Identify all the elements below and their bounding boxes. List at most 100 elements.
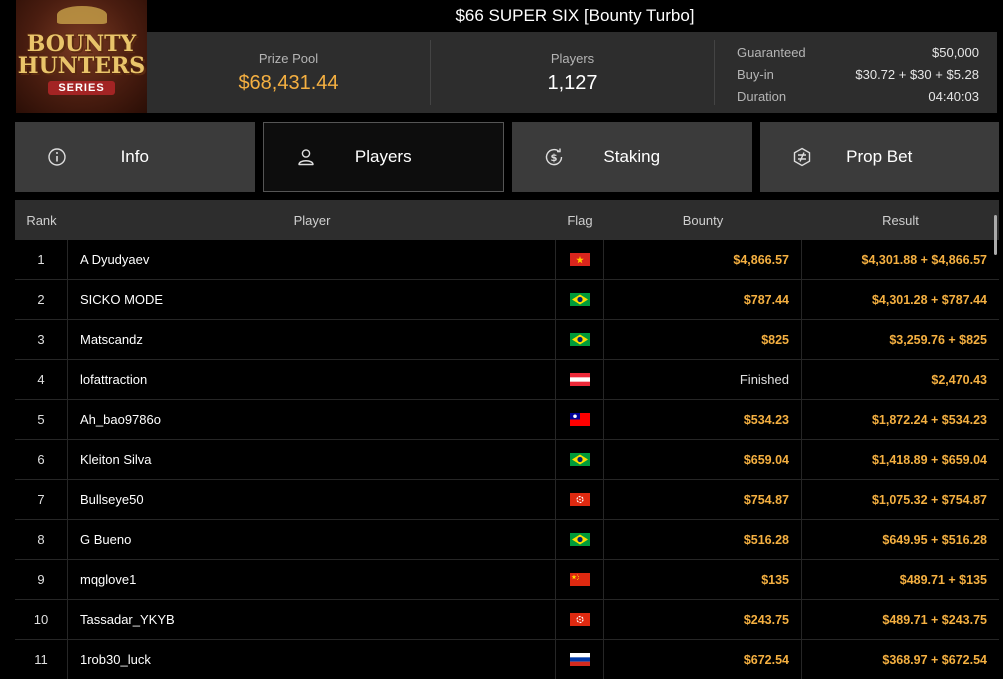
info-icon xyxy=(48,148,66,166)
detail-duration: Duration 04:40:03 xyxy=(737,85,979,107)
player-name[interactable]: Tassadar_YKYB xyxy=(68,600,556,639)
result-cell: $649.95 + $516.28 xyxy=(882,532,987,547)
rank-cell: 3 xyxy=(15,320,68,359)
result-cell: $3,259.76 + $825 xyxy=(889,332,987,347)
table-body: 1A Dyudyaev $4,866.57 $4,301.88 + $4,866.5… xyxy=(15,240,999,679)
result-cell: $4,301.28 + $787.44 xyxy=(871,292,987,307)
flag-cell xyxy=(556,600,604,639)
bounty-cell: $516.28 xyxy=(604,520,802,559)
table-row[interactable]: 8G Bueno $516.28 $649.95 + $516.28 xyxy=(15,520,999,560)
header-bounty[interactable]: Bounty xyxy=(604,213,802,228)
players-table: Rank Player Flag Bounty Result 1A Dyudya… xyxy=(15,200,999,679)
rank-cell: 8 xyxy=(15,520,68,559)
table-row[interactable]: 2 SICKO MODE $787.44 $4,301.28 + $787.44 xyxy=(15,280,999,320)
table-row[interactable]: 11 1rob30_luck $672.54 $368.97 + $672.54 xyxy=(15,640,999,679)
player-name[interactable]: G Bueno xyxy=(68,520,556,559)
tab-prop-bet[interactable]: Prop Bet xyxy=(759,122,999,192)
result-cell: $1,418.89 + $659.04 xyxy=(871,452,987,467)
detail-buy-in: Buy-in $30.72 + $30 + $5.28 xyxy=(737,63,979,85)
prize-pool-value: $68,431.44 xyxy=(238,71,339,94)
rank-cell: 5 xyxy=(15,400,68,439)
tab-bar: Info Players $ Staking Prop Bet xyxy=(15,122,999,192)
flag-cell xyxy=(556,440,604,479)
player-name[interactable]: mqglove1 xyxy=(68,560,556,599)
bounty-cell: $135 xyxy=(604,560,802,599)
bounty-cell: $659.04 xyxy=(604,440,802,479)
result-cell: $2,470.43 xyxy=(931,372,987,387)
tournament-details: Guaranteed $50,000 Buy-in $30.72 + $30 +… xyxy=(715,32,997,113)
prize-pool-label: Prize Pool xyxy=(258,50,319,66)
rank-cell: 9 xyxy=(15,560,68,599)
player-name[interactable]: Bullseye50 xyxy=(68,480,556,519)
table-row[interactable]: 1A Dyudyaev $4,866.57 $4,301.88 + $4,866.5… xyxy=(15,240,999,280)
bounty-cell: $787.44 xyxy=(604,280,802,319)
br-flag-icon xyxy=(569,333,590,346)
bounty-cell: $4,866.57 xyxy=(604,240,802,279)
bounty-cell: Finished xyxy=(604,360,802,399)
tournament-title: $66 SUPER SIX [Bounty Turbo] xyxy=(147,0,1003,32)
logo-line-3: SERIES xyxy=(48,80,115,95)
rank-cell: 2 xyxy=(15,280,68,319)
bounty-cell: $825 xyxy=(604,320,802,359)
cn-flag-icon xyxy=(569,573,590,586)
prop-bet-icon xyxy=(793,147,810,167)
player-name[interactable]: Matscandz xyxy=(68,320,556,359)
header-rank[interactable]: Rank xyxy=(15,213,68,228)
detail-label: Duration xyxy=(737,88,787,104)
player-name[interactable]: Kleiton Silva xyxy=(68,440,556,479)
player-name[interactable]: 1rob30_luck xyxy=(68,640,556,679)
dollar-cycle-icon: $ xyxy=(545,148,563,166)
result-cell: $4,301.88 + $4,866.57 xyxy=(861,252,987,267)
flag-cell xyxy=(556,560,604,599)
tab-staking[interactable]: $ Staking xyxy=(512,122,752,192)
detail-label: Buy-in xyxy=(737,66,774,82)
br-flag-icon xyxy=(569,533,590,546)
bounty-hunters-logo: BOUNTY HUNTERS SERIES xyxy=(16,0,147,113)
flag-cell xyxy=(556,640,604,679)
table-row[interactable]: 10 Tassadar_YKYB $243.75 $489.71 + $243.75 xyxy=(15,600,999,640)
table-row[interactable]: 6 Kleiton Silva $659.04 $1,418.89 + $659.04 xyxy=(15,440,999,480)
rank-cell: 10 xyxy=(15,600,68,639)
prize-pool-stat: Prize Pool $68,431.44 xyxy=(147,40,431,105)
flag-cell xyxy=(556,240,604,279)
flag-cell xyxy=(556,280,604,319)
tab-players[interactable]: Players xyxy=(262,122,504,192)
tab-label: Players xyxy=(354,147,412,166)
player-name[interactable]: SICKO MODE xyxy=(68,280,556,319)
scrollbar[interactable] xyxy=(994,215,997,255)
detail-guaranteed: Guaranteed $50,000 xyxy=(737,41,979,63)
header-result[interactable]: Result xyxy=(802,213,999,228)
bounty-cell: $672.54 xyxy=(604,640,802,679)
table-row[interactable]: 4 lofattraction Finished $2,470.43 xyxy=(15,360,999,400)
players-value: 1,127 xyxy=(547,71,598,94)
header-player[interactable]: Player xyxy=(68,213,556,228)
player-name[interactable]: lofattraction xyxy=(68,360,556,399)
table-row[interactable]: 9 mqglove1 $135 $489.71 + $135 xyxy=(15,560,999,600)
tab-label: Staking xyxy=(603,147,661,166)
hk-flag-icon xyxy=(569,613,590,626)
tab-info[interactable]: Info xyxy=(15,122,255,192)
vn-flag-icon xyxy=(569,253,590,266)
header-flag[interactable]: Flag xyxy=(556,213,604,228)
result-cell: $368.97 + $672.54 xyxy=(882,652,987,667)
detail-value: 04:40:03 xyxy=(928,88,979,104)
flag-cell xyxy=(556,520,604,559)
hk-flag-icon xyxy=(569,493,590,506)
table-row[interactable]: 7 Bullseye50 $754.87 $1,075.32 + $754.87 xyxy=(15,480,999,520)
player-name[interactable]: Ah_bao9786o xyxy=(68,400,556,439)
bounty-cell: $243.75 xyxy=(604,600,802,639)
logo-line-1: BOUNTY xyxy=(26,30,137,57)
result-cell: $1,075.32 + $754.87 xyxy=(871,492,987,507)
cowboy-hat-icon xyxy=(56,6,107,24)
table-row[interactable]: 3 Matscandz $825 $3,259.76 + $825 xyxy=(15,320,999,360)
rank-cell: 6 xyxy=(15,440,68,479)
br-flag-icon xyxy=(569,293,590,306)
rank-cell: 7 xyxy=(15,480,68,519)
rank-cell: 11 xyxy=(15,640,68,679)
at-flag-icon xyxy=(569,373,590,386)
table-row[interactable]: 5 Ah_bao9786o $534.23 $1,872.24 + $534.23 xyxy=(15,400,999,440)
detail-value: $50,000 xyxy=(932,44,979,60)
player-name[interactable]: A Dyudyaev xyxy=(68,240,556,279)
rank-cell: 1 xyxy=(15,240,68,279)
tab-label: Prop Bet xyxy=(846,147,913,166)
